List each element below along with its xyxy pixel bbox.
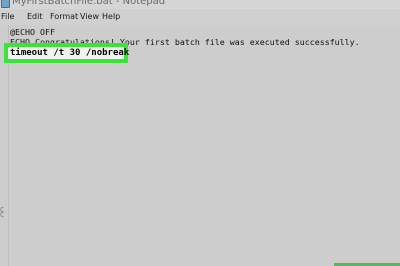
left-edge-mark: C bbox=[0, 211, 5, 219]
menu-bar: File Edit Format View Help bbox=[0, 9, 400, 25]
title-bar: MyFirstBatchFile.bat - Notepad bbox=[0, 0, 400, 9]
menu-format[interactable]: Format bbox=[50, 12, 78, 22]
code-line-timeout: timeout /t 30 /nobreak bbox=[10, 48, 130, 58]
menu-edit[interactable]: Edit bbox=[27, 12, 43, 22]
menu-view[interactable]: View bbox=[80, 12, 99, 22]
code-line-echo-off: @ECHO OFF bbox=[10, 27, 55, 37]
menu-file[interactable]: File bbox=[1, 12, 14, 22]
window-title: MyFirstBatchFile.bat - Notepad bbox=[12, 0, 166, 7]
notepad-icon bbox=[1, 0, 10, 8]
menu-help[interactable]: Help bbox=[102, 12, 120, 22]
